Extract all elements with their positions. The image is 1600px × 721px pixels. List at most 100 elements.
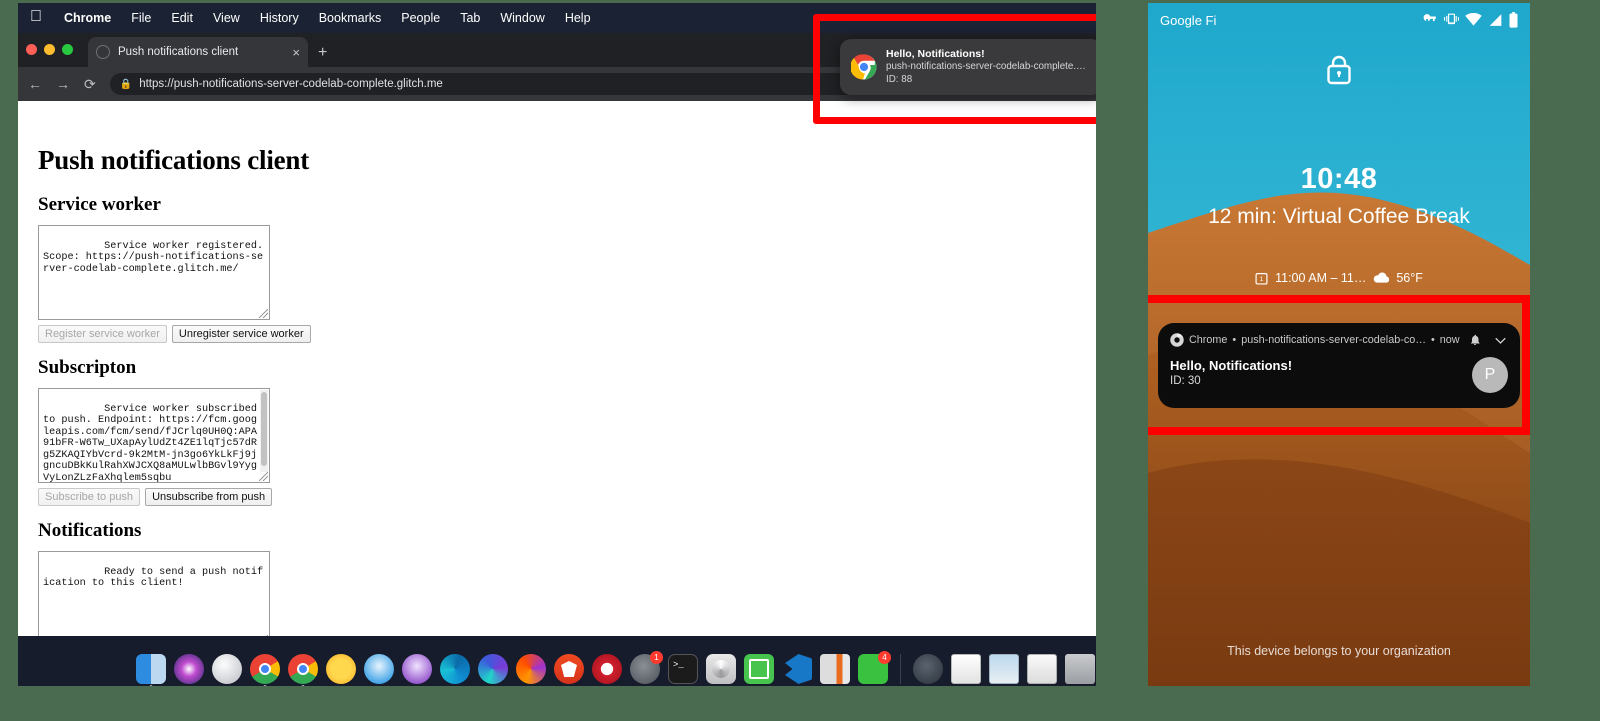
tab-title: Push notifications client: [118, 46, 239, 58]
section-heading-service-worker: Service worker: [38, 194, 161, 215]
menu-chrome[interactable]: Chrome: [54, 11, 121, 25]
lock-screen-event-meta: 1 11:00 AM – 11… 56°F: [1148, 271, 1530, 285]
chevron-down-icon[interactable]: [1493, 333, 1508, 348]
pages-icon[interactable]: [951, 654, 981, 684]
dock-separator: [900, 654, 901, 684]
screenshot-icon[interactable]: [1027, 654, 1057, 684]
notification-channel: push-notifications-server-codelab-co…: [1241, 334, 1427, 346]
service-worker-log[interactable]: Service worker registered. Scope: https:…: [38, 225, 270, 320]
notification-header: Chrome • push-notifications-server-codel…: [1170, 332, 1508, 348]
chrome-canary-icon[interactable]: [326, 654, 356, 684]
section-heading-subscription: Subscripton: [38, 357, 137, 378]
battery-icon: [1509, 12, 1518, 28]
reload-button[interactable]: ⟳: [84, 77, 96, 91]
temperature-label: 56°F: [1396, 271, 1423, 285]
section-heading-notifications: Notifications: [38, 520, 142, 541]
menu-people[interactable]: People: [391, 11, 450, 25]
address-bar-url: https://push-notifications-server-codela…: [139, 78, 443, 90]
notifications-log-text: Ready to send a push notification to thi…: [43, 566, 264, 590]
new-tab-button[interactable]: +: [318, 45, 327, 61]
notes-icon[interactable]: [820, 654, 850, 684]
terminal-icon[interactable]: >_: [668, 654, 698, 684]
page-title: Push notifications client: [38, 145, 310, 175]
lock-screen-clock: 10:48: [1300, 163, 1378, 195]
event-time-range: 11:00 AM – 11…: [1275, 271, 1367, 285]
menu-window[interactable]: Window: [490, 11, 554, 25]
register-service-worker-button[interactable]: Register service worker: [38, 325, 167, 343]
favicon-icon: [96, 45, 110, 59]
shortcuts-icon[interactable]: [913, 654, 943, 684]
notification-title: Hello, Notifications!: [1170, 358, 1293, 373]
notifications-log[interactable]: Ready to send a push notification to thi…: [38, 551, 270, 646]
subscribe-to-push-button[interactable]: Subscribe to push: [38, 488, 141, 506]
menu-history[interactable]: History: [250, 11, 309, 25]
organization-footer: This device belongs to your organization: [1227, 644, 1451, 658]
notification-separator-2: •: [1431, 334, 1435, 346]
badge-count: 4: [878, 651, 891, 664]
toast-source: push-notifications-server-codelab-comple…: [886, 61, 1091, 72]
vscode-icon[interactable]: [785, 654, 812, 684]
menu-file[interactable]: File: [121, 11, 161, 25]
chrome-icon: [851, 54, 877, 80]
macos-notification-toast[interactable]: Hello, Notifications! push-notifications…: [840, 39, 1096, 95]
messages-icon[interactable]: 4: [858, 651, 891, 684]
menu-view[interactable]: View: [203, 11, 250, 25]
minimize-window-button[interactable]: [44, 44, 55, 55]
trash-icon[interactable]: [1065, 654, 1095, 684]
forward-button[interactable]: →: [56, 77, 70, 91]
dock-icons: 1 >_ 4: [136, 651, 1095, 686]
resize-handle-icon[interactable]: [259, 472, 268, 481]
android-notification-card[interactable]: Chrome • push-notifications-server-codel…: [1158, 323, 1520, 408]
calendar-icon[interactable]: [744, 654, 774, 684]
subscription-log-scrollbar[interactable]: [260, 390, 268, 472]
menu-edit[interactable]: Edit: [161, 11, 203, 25]
lock-screen-event[interactable]: 12 min: Virtual Coffee Break: [1148, 203, 1530, 231]
menu-tab[interactable]: Tab: [450, 11, 490, 25]
wifi-icon: [1465, 13, 1482, 26]
section-service-worker: Service worker Service worker registered…: [38, 194, 1096, 343]
section-subscription: Subscripton Service worker subscribed to…: [38, 357, 1096, 506]
status-bar-icons: [1422, 12, 1518, 28]
resize-handle-icon[interactable]: [259, 309, 268, 318]
apple-logo-icon[interactable]: : [30, 9, 42, 25]
chrome-icon[interactable]: [250, 654, 280, 686]
unsubscribe-from-push-button[interactable]: Unsubscribe from push: [145, 488, 273, 506]
menu-help[interactable]: Help: [555, 11, 601, 25]
edge-icon[interactable]: [440, 654, 470, 684]
finder-icon[interactable]: [136, 654, 166, 686]
preview-icon[interactable]: [989, 654, 1019, 684]
carrier-label: Google Fi: [1160, 12, 1217, 28]
service-worker-log-text: Service worker registered. Scope: https:…: [43, 240, 270, 275]
back-button[interactable]: ←: [28, 77, 42, 91]
chrome-beta-icon[interactable]: [288, 654, 318, 686]
chrome-browser-window: Push notifications client × + ← → ⟳ 🔒 ht…: [18, 33, 1096, 653]
notification-body: ID: 30: [1170, 375, 1201, 387]
svg-text:1: 1: [1260, 276, 1264, 283]
scrollbar-thumb[interactable]: [261, 392, 267, 466]
service-worker-buttons: Register service worker Unregister servi…: [38, 325, 1096, 343]
siri-icon[interactable]: [174, 654, 204, 684]
opera-icon[interactable]: [592, 654, 622, 684]
menu-bookmarks[interactable]: Bookmarks: [309, 11, 392, 25]
firefox-icon[interactable]: [516, 654, 546, 684]
unregister-service-worker-button[interactable]: Unregister service worker: [171, 325, 311, 343]
notification-app-name: Chrome: [1189, 334, 1228, 346]
macos-dock: 1 >_ 4: [18, 636, 1096, 686]
safari-technology-preview-icon[interactable]: [402, 654, 432, 684]
browser-tab[interactable]: Push notifications client ×: [88, 37, 308, 67]
toast-body: ID: 88: [886, 73, 913, 85]
subscription-log-text: Service worker subscribed to push. Endpo…: [43, 403, 257, 483]
safari-icon[interactable]: [364, 654, 394, 684]
bell-crossed-icon[interactable]: [1469, 334, 1481, 346]
vibrate-icon: [1444, 13, 1459, 25]
firefox-developer-icon[interactable]: [478, 654, 508, 684]
macos-desktop:  Chrome File Edit View History Bookmark…: [18, 3, 1096, 686]
maximize-window-button[interactable]: [62, 44, 73, 55]
subscription-log[interactable]: Service worker subscribed to push. Endpo…: [38, 388, 270, 483]
system-preferences-icon[interactable]: 1: [630, 651, 663, 684]
launchpad-icon[interactable]: [212, 654, 242, 684]
close-window-button[interactable]: [26, 44, 37, 55]
brave-icon[interactable]: [554, 654, 584, 684]
close-tab-icon[interactable]: ×: [292, 46, 300, 59]
activity-monitor-icon[interactable]: [706, 654, 736, 684]
